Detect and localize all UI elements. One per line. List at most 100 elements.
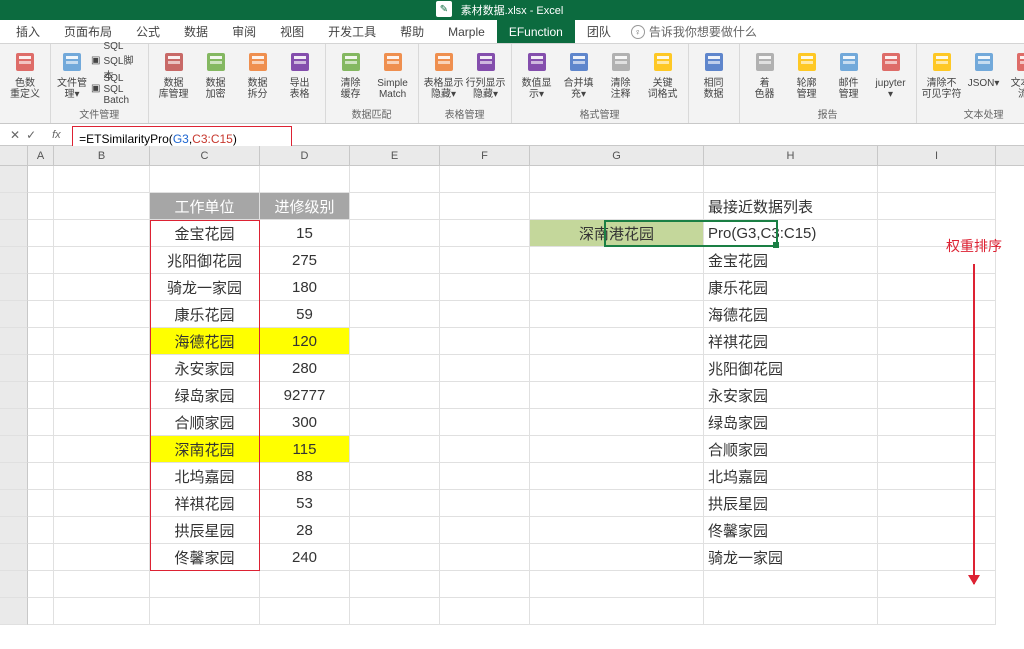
cell-F17[interactable] (440, 598, 530, 625)
row-header[interactable] (0, 463, 28, 490)
cell-G3[interactable]: 深南港花园 (530, 220, 704, 247)
cell-A5[interactable] (28, 274, 54, 301)
cell-H15[interactable]: 骑龙一家园 (704, 544, 878, 571)
tab-view[interactable]: 视图 (268, 20, 316, 43)
cell-C14[interactable]: 拱辰星园 (150, 517, 260, 544)
cell-B3[interactable] (54, 220, 150, 247)
cell-A10[interactable] (28, 409, 54, 436)
row-header[interactable] (0, 274, 28, 301)
cell-I17[interactable] (878, 598, 996, 625)
cell-C8[interactable]: 永安家园 (150, 355, 260, 382)
cell-F1[interactable] (440, 166, 530, 193)
cell-C5[interactable]: 骑龙一家园 (150, 274, 260, 301)
cell-B6[interactable] (54, 301, 150, 328)
cell-B2[interactable] (54, 193, 150, 220)
cell-F6[interactable] (440, 301, 530, 328)
ribbon-button[interactable]: 数据库管理 (155, 48, 193, 100)
cell-E13[interactable] (350, 490, 440, 517)
cell-A14[interactable] (28, 517, 54, 544)
cell-F13[interactable] (440, 490, 530, 517)
ribbon-button[interactable]: SimpleMatch (374, 48, 412, 100)
tab-insert[interactable]: 插入 (4, 20, 52, 43)
row-header[interactable] (0, 409, 28, 436)
fx-icon[interactable]: fx (52, 129, 61, 141)
row-header[interactable] (0, 571, 28, 598)
row-header[interactable] (0, 355, 28, 382)
ribbon-button[interactable]: 文件管理▾ (57, 48, 87, 100)
cell-A3[interactable] (28, 220, 54, 247)
tab-formulas[interactable]: 公式 (124, 20, 172, 43)
cell-C13[interactable]: 祥祺花园 (150, 490, 260, 517)
ribbon-button[interactable]: 关键词格式 (644, 48, 682, 100)
cell-B17[interactable] (54, 598, 150, 625)
cell-D16[interactable] (260, 571, 350, 598)
cell-G12[interactable] (530, 463, 704, 490)
col-A[interactable]: A (28, 146, 54, 165)
cell-H8[interactable]: 兆阳御花园 (704, 355, 878, 382)
cell-D8[interactable]: 280 (260, 355, 350, 382)
cell-H3[interactable]: Pro(G3,C3:C15) (704, 220, 878, 247)
cell-E9[interactable] (350, 382, 440, 409)
col-F[interactable]: F (440, 146, 530, 165)
cell-H2[interactable]: 最接近数据列表 (704, 193, 878, 220)
cell-G6[interactable] (530, 301, 704, 328)
cell-H1[interactable] (704, 166, 878, 193)
cell-H13[interactable]: 拱辰星园 (704, 490, 878, 517)
ribbon-button[interactable]: 数据加密 (197, 48, 235, 100)
tab-page-layout[interactable]: 页面布局 (52, 20, 124, 43)
cell-D4[interactable]: 275 (260, 247, 350, 274)
cell-B5[interactable] (54, 274, 150, 301)
cell-G2[interactable] (530, 193, 704, 220)
cell-B11[interactable] (54, 436, 150, 463)
cell-A11[interactable] (28, 436, 54, 463)
tab-developer[interactable]: 开发工具 (316, 20, 388, 43)
cell-H10[interactable]: 绿岛家园 (704, 409, 878, 436)
cell-G1[interactable] (530, 166, 704, 193)
cell-A17[interactable] (28, 598, 54, 625)
cell-D14[interactable]: 28 (260, 517, 350, 544)
row-header[interactable] (0, 328, 28, 355)
col-E[interactable]: E (350, 146, 440, 165)
cell-A7[interactable] (28, 328, 54, 355)
cell-G8[interactable] (530, 355, 704, 382)
cell-D1[interactable] (260, 166, 350, 193)
col-D[interactable]: D (260, 146, 350, 165)
confirm-formula-button[interactable]: ✓ (26, 128, 36, 142)
ribbon-button[interactable]: 清除不可见字符 (923, 48, 961, 100)
row-header[interactable] (0, 382, 28, 409)
cell-B16[interactable] (54, 571, 150, 598)
cell-E4[interactable] (350, 247, 440, 274)
ribbon-button[interactable]: 表格显示隐藏▾ (425, 48, 463, 100)
cell-F4[interactable] (440, 247, 530, 274)
cell-I2[interactable] (878, 193, 996, 220)
cell-G4[interactable] (530, 247, 704, 274)
ribbon-button[interactable]: 着色器 (746, 48, 784, 100)
cell-H16[interactable] (704, 571, 878, 598)
cell-F14[interactable] (440, 517, 530, 544)
row-header[interactable] (0, 301, 28, 328)
cell-E5[interactable] (350, 274, 440, 301)
ribbon-button[interactable]: 轮廓管理 (788, 48, 826, 100)
tab-marple[interactable]: Marple (436, 20, 497, 43)
cancel-formula-button[interactable]: ✕ (10, 128, 20, 142)
cell-A13[interactable] (28, 490, 54, 517)
cell-G5[interactable] (530, 274, 704, 301)
row-header[interactable] (0, 517, 28, 544)
cell-C2[interactable]: 工作单位 (150, 193, 260, 220)
ribbon-button[interactable]: 文本交流▾ (1007, 48, 1024, 100)
row-header[interactable] (0, 220, 28, 247)
cell-D3[interactable]: 15 (260, 220, 350, 247)
cell-B7[interactable] (54, 328, 150, 355)
cell-C4[interactable]: 兆阳御花园 (150, 247, 260, 274)
col-B[interactable]: B (54, 146, 150, 165)
cell-F9[interactable] (440, 382, 530, 409)
cell-E6[interactable] (350, 301, 440, 328)
cell-D13[interactable]: 53 (260, 490, 350, 517)
row-header[interactable] (0, 247, 28, 274)
cell-C7[interactable]: 海德花园 (150, 328, 260, 355)
cell-G7[interactable] (530, 328, 704, 355)
cell-I1[interactable] (878, 166, 996, 193)
ribbon-button[interactable]: 行列显示隐藏▾ (467, 48, 505, 100)
ribbon-button[interactable]: 合并填充▾ (560, 48, 598, 100)
cell-G16[interactable] (530, 571, 704, 598)
